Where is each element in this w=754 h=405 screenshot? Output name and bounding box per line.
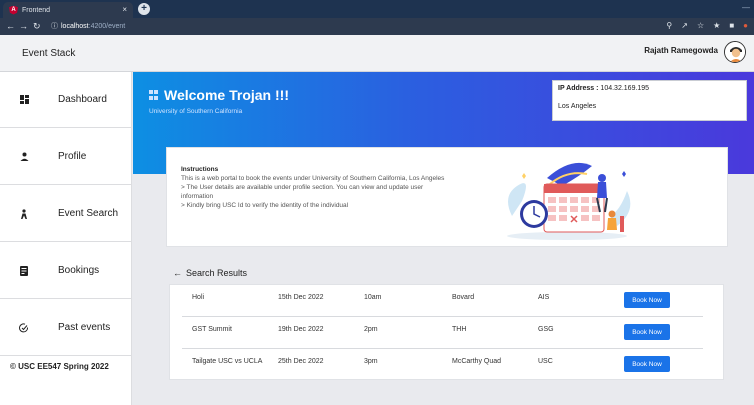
book-now-button[interactable]: Book Now bbox=[624, 324, 670, 340]
angular-favicon-icon: A bbox=[9, 5, 18, 15]
event-time: 2pm bbox=[364, 326, 378, 333]
address-bar[interactable]: ⓘ localhost :4200/event bbox=[51, 21, 125, 31]
url-path: :4200/event bbox=[88, 22, 126, 30]
extensions-icon[interactable]: ★ bbox=[713, 21, 720, 30]
instruction-line: This is a web portal to book the events … bbox=[181, 175, 445, 182]
dashboard-icon bbox=[19, 95, 29, 105]
table-row: Tailgate USC vs UCLA 25th Dec 2022 3pm M… bbox=[170, 349, 725, 381]
back-arrow-icon[interactable]: ← bbox=[173, 268, 182, 278]
past-events-icon bbox=[19, 322, 29, 333]
event-date: 25th Dec 2022 bbox=[278, 358, 324, 365]
instructions-card: Instructions This is a web portal to boo… bbox=[166, 147, 728, 247]
sidebar-item-bookings[interactable]: Bookings bbox=[0, 243, 132, 299]
ip-address-card: IP Address : 104.32.169.195 Los Angeles bbox=[552, 80, 747, 121]
event-venue: THH bbox=[452, 326, 467, 333]
sidebar-footer: © USC EE547 Spring 2022 bbox=[10, 362, 109, 371]
event-venue: McCarthy Quad bbox=[452, 358, 502, 365]
event-organizer: GSG bbox=[538, 326, 554, 333]
sidebar-item-label: Past events bbox=[58, 322, 111, 333]
bookings-icon bbox=[19, 265, 29, 276]
sidebar-item-label: Bookings bbox=[58, 265, 100, 276]
book-now-button[interactable]: Book Now bbox=[624, 292, 670, 308]
site-info-icon[interactable]: ⓘ bbox=[51, 21, 58, 31]
calendar-illustration bbox=[507, 162, 631, 240]
forward-icon[interactable]: → bbox=[19, 21, 28, 31]
profile-extension-icon[interactable]: ● bbox=[743, 21, 748, 30]
grid-icon bbox=[149, 90, 159, 100]
page-title: Welcome Trojan !!! bbox=[149, 87, 289, 103]
profile-icon bbox=[19, 152, 29, 162]
sidebar: Dashboard Profile Event Search Bookings … bbox=[0, 72, 132, 405]
welcome-text: Welcome Trojan !!! bbox=[164, 87, 289, 103]
brand-title[interactable]: Event Stack bbox=[22, 48, 75, 59]
browser-tab[interactable]: A Frontend × bbox=[3, 2, 133, 18]
search-results-header: ← Search Results bbox=[173, 268, 247, 278]
ip-value: 104.32.169.195 bbox=[600, 85, 650, 92]
table-row: Holi 15th Dec 2022 10am Bovard AIS Book … bbox=[170, 285, 725, 317]
instruction-line: > The User details are available under p… bbox=[181, 184, 424, 191]
event-time: 3pm bbox=[364, 358, 378, 365]
instruction-line: information bbox=[181, 193, 214, 200]
back-icon[interactable]: ← bbox=[6, 21, 15, 31]
event-date: 15th Dec 2022 bbox=[278, 294, 324, 301]
avatar-icon bbox=[725, 42, 745, 62]
search-results-title: Search Results bbox=[186, 268, 248, 278]
browser-toolbar-icons: ⚲ ↗ ☆ ★ ■ ● bbox=[666, 21, 748, 30]
book-now-button[interactable]: Book Now bbox=[624, 356, 670, 372]
event-time: 10am bbox=[364, 294, 382, 301]
avatar[interactable] bbox=[724, 41, 746, 63]
search-results-table: Holi 15th Dec 2022 10am Bovard AIS Book … bbox=[169, 284, 724, 380]
browser-tab-bar: A Frontend × + — bbox=[0, 0, 754, 18]
ip-address-line: IP Address : 104.32.169.195 bbox=[558, 85, 649, 92]
event-date: 19th Dec 2022 bbox=[278, 326, 324, 333]
event-venue: Bovard bbox=[452, 294, 475, 301]
sidebar-item-profile[interactable]: Profile bbox=[0, 129, 132, 185]
university-subtitle: University of Southern California bbox=[149, 108, 243, 115]
window-minimize-icon[interactable]: — bbox=[742, 3, 750, 12]
event-name: Holi bbox=[192, 294, 205, 301]
event-name: Tailgate USC vs UCLA bbox=[192, 358, 263, 365]
bookmark-star-icon[interactable]: ☆ bbox=[697, 21, 704, 30]
url-host: localhost bbox=[61, 22, 89, 30]
tab-title: Frontend bbox=[22, 6, 51, 14]
sidebar-item-past-events[interactable]: Past events bbox=[0, 300, 132, 356]
instruction-line: > Kindly bring USC Id to verify the iden… bbox=[181, 202, 349, 209]
table-row: GST Summit 19th Dec 2022 2pm THH GSG Boo… bbox=[170, 317, 725, 349]
event-organizer: AIS bbox=[538, 294, 550, 301]
sidebar-item-event-search[interactable]: Event Search bbox=[0, 186, 132, 242]
sidebar-item-label: Dashboard bbox=[58, 94, 107, 105]
event-name: GST Summit bbox=[192, 326, 232, 333]
ip-city: Los Angeles bbox=[558, 103, 597, 110]
event-search-icon bbox=[19, 208, 29, 219]
instructions-title: Instructions bbox=[181, 166, 219, 173]
new-tab-icon[interactable]: + bbox=[138, 3, 150, 15]
sidebar-item-label: Event Search bbox=[58, 208, 119, 219]
user-name[interactable]: Rajath Ramegowda bbox=[644, 46, 718, 55]
event-organizer: USC bbox=[538, 358, 553, 365]
tab-close-icon[interactable]: × bbox=[122, 5, 127, 14]
sidebar-item-dashboard[interactable]: Dashboard bbox=[0, 72, 132, 128]
sidepanel-icon[interactable]: ■ bbox=[729, 21, 734, 30]
reload-icon[interactable]: ↻ bbox=[33, 21, 41, 32]
zoom-icon[interactable]: ⚲ bbox=[666, 21, 672, 30]
ip-label: IP Address : bbox=[558, 85, 599, 92]
share-icon[interactable]: ↗ bbox=[681, 21, 688, 30]
browser-nav-bar: ← → ↻ ⓘ localhost :4200/event ⚲ ↗ ☆ ★ ■ … bbox=[0, 18, 754, 35]
sidebar-item-label: Profile bbox=[58, 151, 87, 162]
app-header: Event Stack Rajath Ramegowda bbox=[0, 35, 754, 72]
